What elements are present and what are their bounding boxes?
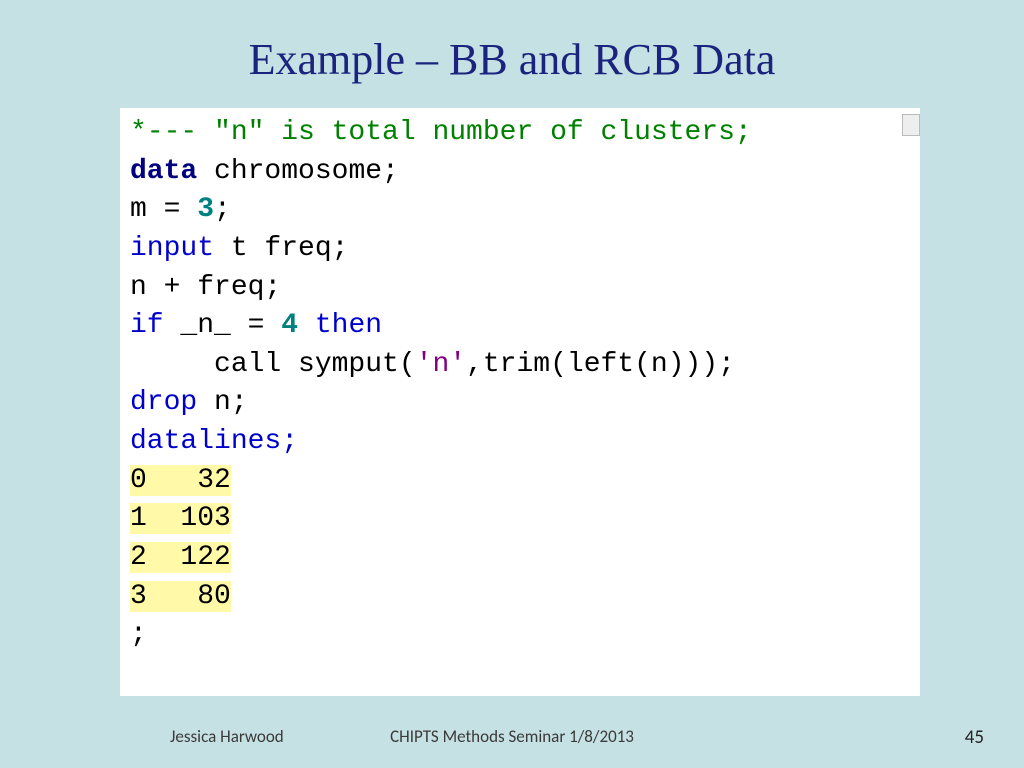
code-text: ,trim(left(n)));	[466, 349, 735, 380]
code-keyword-then: then	[298, 310, 382, 341]
slide-footer: Jessica Harwood CHIPTS Methods Seminar 1…	[0, 726, 1024, 754]
dataline-row: 0 32	[130, 465, 231, 496]
code-number: 3	[197, 194, 214, 225]
scroll-marker-icon	[902, 114, 920, 136]
code-text: t freq;	[214, 233, 348, 264]
code-keyword-datalines: datalines;	[130, 426, 298, 457]
code-text: n;	[197, 387, 247, 418]
footer-seminar: CHIPTS Methods Seminar 1/8/2013	[0, 726, 1024, 747]
dataline-row: 1 103	[130, 503, 231, 534]
slide: Example – BB and RCB Data *--- "n" is to…	[0, 0, 1024, 768]
dataline-row: 3 80	[130, 581, 231, 612]
code-text: chromosome;	[197, 156, 399, 187]
code-text: ;	[214, 194, 231, 225]
code-keyword-data: data	[130, 156, 197, 187]
code-keyword-input: input	[130, 233, 214, 264]
code-string: 'n'	[416, 349, 466, 380]
footer-page-number: 45	[965, 726, 984, 749]
slide-title: Example – BB and RCB Data	[0, 0, 1024, 95]
code-number: 4	[281, 310, 298, 341]
code-keyword-drop: drop	[130, 387, 197, 418]
code-text: call symput(	[130, 349, 416, 380]
code-text: _n_ =	[164, 310, 282, 341]
code-block: *--- "n" is total number of clusters; da…	[120, 108, 920, 696]
dataline-row: 2 122	[130, 542, 231, 573]
code-text: n + freq;	[130, 272, 281, 303]
code-keyword-if: if	[130, 310, 164, 341]
code-text: ;	[130, 619, 147, 650]
code-text: m =	[130, 194, 197, 225]
code-comment: *--- "n" is total number of clusters;	[130, 117, 752, 148]
